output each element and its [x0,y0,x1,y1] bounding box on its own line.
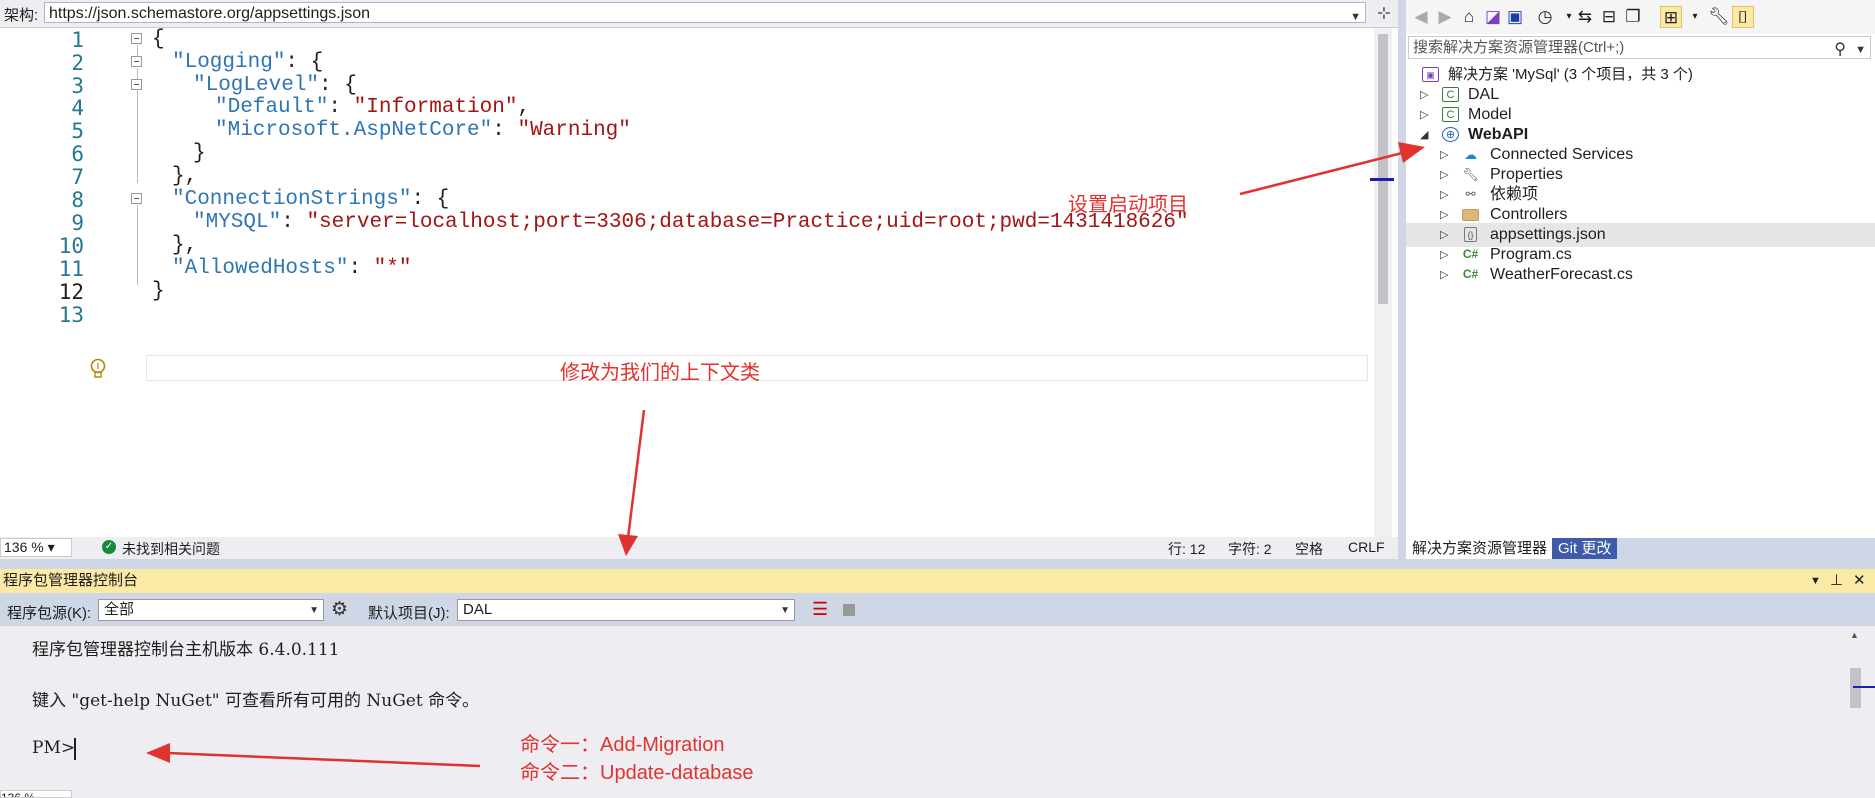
arrow-to-prompt [167,751,481,768]
arrow-to-console [626,409,646,539]
arrow-to-webapi [1239,150,1407,196]
arrowhead [618,534,638,556]
arrowhead [146,743,170,763]
arrowhead [1398,142,1425,163]
annotation-arrows [146,142,1425,768]
